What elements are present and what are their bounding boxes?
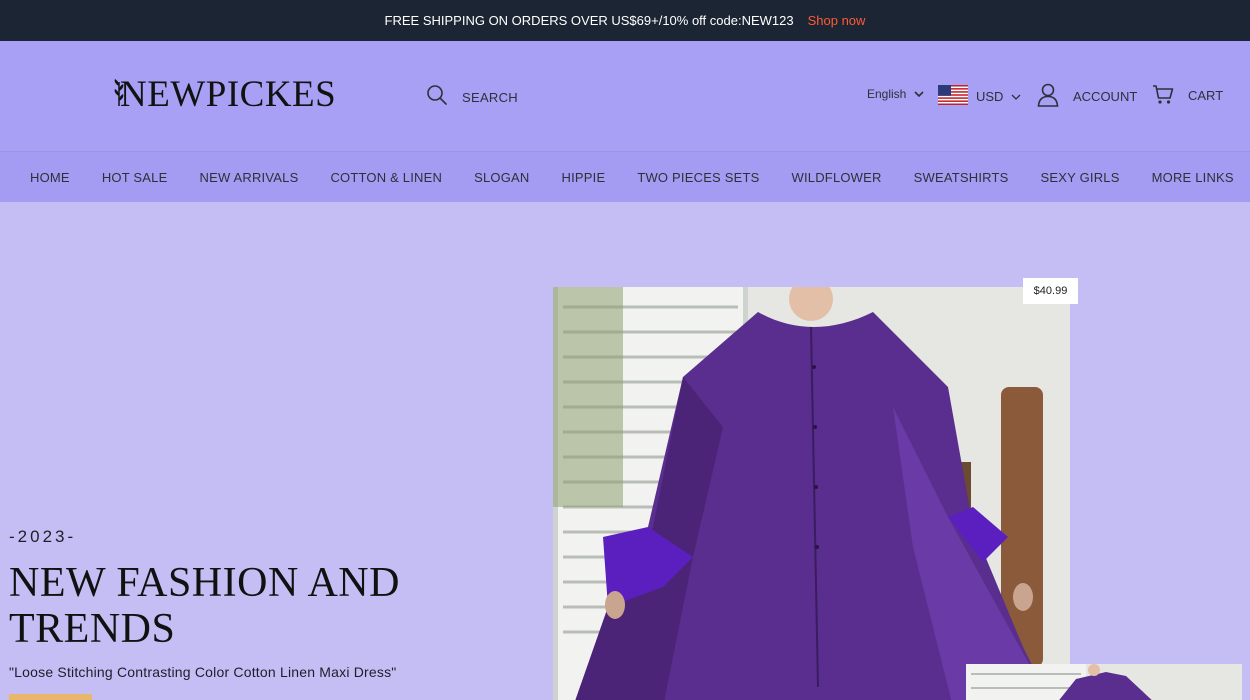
search-icon: [426, 84, 448, 111]
cart-icon: [1152, 83, 1174, 108]
language-value: English: [867, 87, 907, 101]
logo[interactable]: NEWPICKES: [112, 73, 337, 115]
nav-item-cotton-linen[interactable]: COTTON & LINEN: [330, 170, 442, 185]
currency-selector[interactable]: USD: [938, 85, 1021, 108]
nav-item-slogan[interactable]: SLOGAN: [474, 170, 529, 185]
cart-link[interactable]: CART: [1152, 83, 1223, 108]
product-image[interactable]: [553, 287, 1070, 700]
hero-subtitle: "Loose Stitching Contrasting Color Cotto…: [9, 664, 397, 680]
nav-item-wildflower[interactable]: WILDFLOWER: [792, 170, 882, 185]
account-label: ACCOUNT: [1073, 89, 1138, 104]
chevron-down-icon: [1011, 89, 1021, 104]
nav-item-hippie[interactable]: HIPPIE: [561, 170, 605, 185]
nav-item-more-links[interactable]: MORE LINKS: [1152, 170, 1234, 185]
hero-title: NEW FASHION AND TRENDS: [9, 560, 400, 652]
announcement-message: FREE SHIPPING ON ORDERS OVER US$69+/10% …: [384, 13, 794, 28]
currency-value: USD: [976, 89, 1004, 104]
logo-text: NEWPICKES: [120, 73, 337, 115]
shop-button[interactable]: [9, 694, 92, 700]
nav-item-sweatshirts[interactable]: SWEATSHIRTS: [914, 170, 1009, 185]
nav-item-sexy-girls[interactable]: SEXY GIRLS: [1041, 170, 1120, 185]
account-link[interactable]: ACCOUNT: [1037, 83, 1137, 110]
main-nav: HOME HOT SALE NEW ARRIVALS COTTON & LINE…: [0, 151, 1250, 202]
nav-item-new-arrivals[interactable]: NEW ARRIVALS: [199, 170, 298, 185]
search-label: SEARCH: [462, 90, 518, 105]
us-flag-icon: [938, 85, 968, 108]
nav-item-home[interactable]: HOME: [30, 170, 70, 185]
price-tag: $40.99: [1023, 278, 1078, 304]
user-icon: [1037, 83, 1059, 110]
chevron-down-icon: [914, 87, 924, 101]
hero-year: -2023-: [9, 527, 77, 546]
nav-item-two-pieces-sets[interactable]: TWO PIECES SETS: [637, 170, 759, 185]
cart-label: CART: [1188, 88, 1224, 103]
announcement-bar: FREE SHIPPING ON ORDERS OVER US$69+/10% …: [0, 0, 1250, 41]
shop-now-link[interactable]: Shop now: [808, 13, 866, 28]
search-button[interactable]: SEARCH: [426, 84, 518, 111]
site-header: NEWPICKES SEARCH English USD ACCOUNT CAR…: [0, 41, 1250, 151]
nav-item-hot-sale[interactable]: HOT SALE: [102, 170, 168, 185]
product-thumbnail[interactable]: [966, 664, 1242, 700]
language-selector[interactable]: English: [867, 87, 924, 101]
